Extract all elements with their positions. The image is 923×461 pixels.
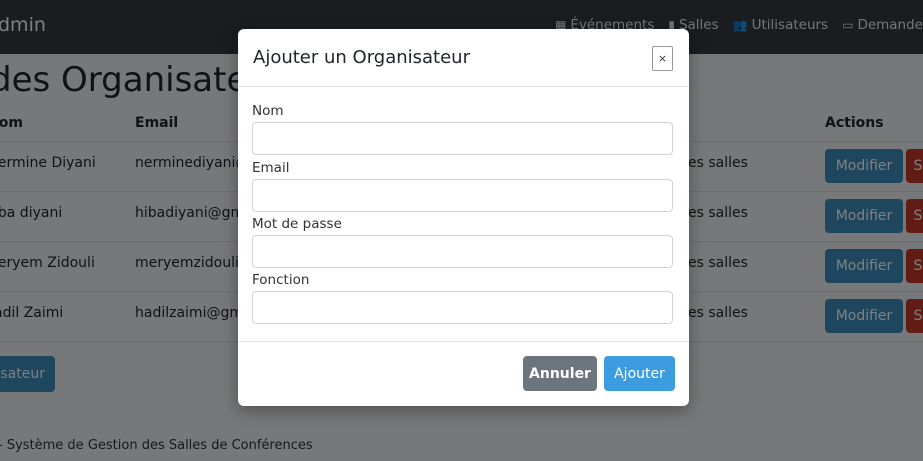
add-organisateur-modal: Ajouter un Organisateur × Nom Email Mot …: [238, 29, 689, 406]
mot-de-passe-label: Mot de passe: [252, 216, 342, 232]
close-button[interactable]: ×: [652, 46, 673, 71]
submit-button[interactable]: Ajouter: [604, 356, 675, 391]
email-label: Email: [252, 160, 290, 176]
modal-footer: [238, 341, 689, 342]
mot-de-passe-field[interactable]: [252, 235, 673, 268]
modal-header: Ajouter un Organisateur ×: [238, 29, 689, 87]
nom-field[interactable]: [252, 122, 673, 155]
cancel-button[interactable]: Annuler: [523, 356, 597, 391]
nom-label: Nom: [252, 103, 284, 119]
fonction-field[interactable]: [252, 291, 673, 324]
fonction-label: Fonction: [252, 272, 310, 288]
modal-title: Ajouter un Organisateur: [253, 47, 470, 68]
email-field[interactable]: [252, 179, 673, 212]
